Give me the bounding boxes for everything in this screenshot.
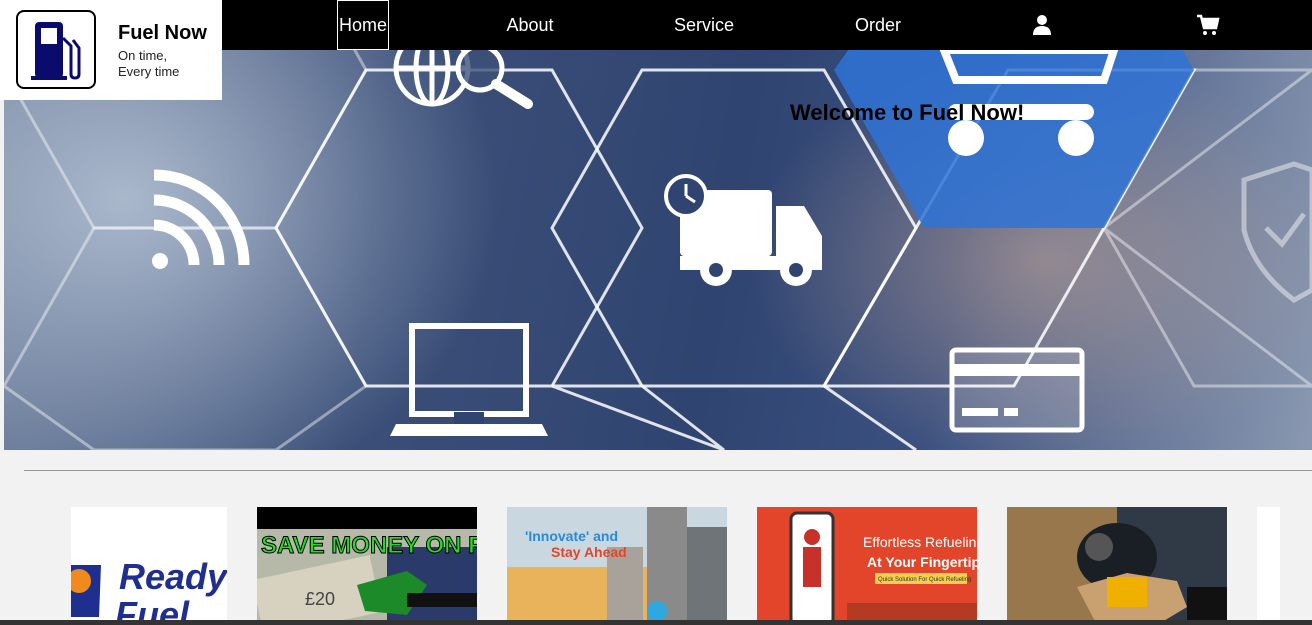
gallery-card-partial[interactable]	[1257, 507, 1280, 625]
innovate-caption-1: 'Innovate' and	[525, 528, 618, 544]
gallery-card-refueling[interactable]: Effortless Refueling At Your Fingertips …	[757, 507, 977, 625]
top-navbar: Home About Service Order	[222, 0, 1312, 50]
user-icon[interactable]	[1030, 13, 1054, 37]
section-divider	[24, 470, 1312, 471]
refuel-caption-2: At Your Fingertips	[867, 554, 977, 570]
wifi-icon	[152, 169, 250, 269]
ready-fuel-title-1: Ready	[119, 556, 227, 597]
save-money-caption: SAVE MONEY ON FUEL	[261, 532, 477, 559]
delivery-truck-icon	[664, 174, 822, 286]
cart-icon[interactable]	[1196, 13, 1220, 37]
brand-name: Fuel Now	[118, 22, 207, 44]
laptop-icon	[390, 323, 548, 436]
fuel-pump-icon	[31, 21, 81, 80]
tagline-line-1: On time,	[118, 48, 168, 63]
fuel-nozzle-image	[1007, 507, 1227, 625]
gallery-card-save-money[interactable]: SAVE MONEY ON FUEL £20	[257, 507, 477, 625]
credit-card-icon	[949, 347, 1085, 433]
gallery-card-ready-fuel[interactable]: Ready Fuel	[71, 507, 227, 625]
shield-check-icon	[1241, 161, 1312, 303]
welcome-heading: Welcome to Fuel Now!	[790, 100, 1025, 125]
gallery-card-fuel-nozzle[interactable]	[1007, 507, 1227, 625]
bottom-edge-bar	[0, 620, 1312, 625]
nav-home[interactable]: Home	[337, 0, 389, 50]
gallery-card-innovate[interactable]: 'Innovate' and Stay Ahead	[507, 507, 727, 625]
innovate-image: 'Innovate' and Stay Ahead	[507, 507, 727, 625]
tagline-line-2: Every time	[118, 64, 180, 79]
ready-fuel-logo: Ready Fuel	[71, 556, 227, 625]
save-money-image: SAVE MONEY ON FUEL £20	[257, 507, 477, 625]
refuel-caption-1: Effortless Refueling	[863, 534, 977, 550]
brand-block: Fuel Now	[0, 0, 222, 100]
refueling-image: Effortless Refueling At Your Fingertips …	[757, 507, 977, 625]
logo[interactable]	[16, 10, 96, 89]
innovate-caption-2: Stay Ahead	[551, 544, 627, 560]
banknote-label: £20	[305, 589, 335, 609]
nav-service[interactable]: Service	[662, 0, 746, 50]
nav-about[interactable]: About	[492, 0, 568, 50]
nav-order[interactable]: Order	[842, 0, 914, 50]
refuel-caption-3: Quick Solution For Quick Refueling	[878, 577, 971, 583]
